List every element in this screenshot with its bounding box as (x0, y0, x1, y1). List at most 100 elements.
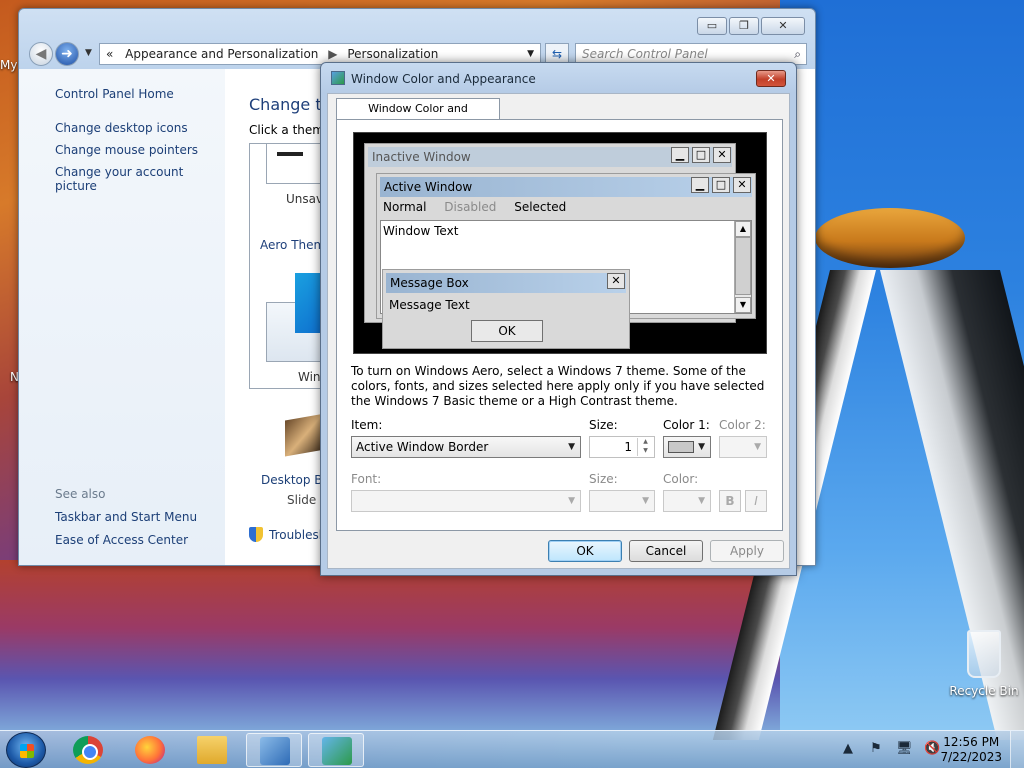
color1-swatch (668, 441, 694, 453)
start-button[interactable] (6, 732, 46, 768)
page-subtitle: Click a theme (249, 123, 332, 137)
maximize-button[interactable]: ❐ (729, 17, 759, 35)
taskbar-app-firefox[interactable] (122, 733, 178, 767)
cancel-button[interactable]: Cancel (629, 540, 703, 562)
preview-menu-disabled[interactable]: Disabled (444, 200, 496, 214)
windows-theme-label[interactable]: Win (298, 370, 321, 384)
sidebar-link-change-account-picture[interactable]: Change your account picture (55, 165, 225, 193)
chevron-down-icon: ▼ (568, 442, 575, 452)
network-icon[interactable]: 🖥 (896, 741, 913, 756)
close-button[interactable]: ✕ (761, 17, 805, 35)
see-also-link-taskbar[interactable]: Taskbar and Start Menu (55, 510, 197, 524)
scroll-thumb (735, 237, 751, 295)
preview-message-ok-button[interactable]: OK (471, 320, 543, 342)
dialog-app-icon (331, 71, 345, 85)
taskbar-app-chrome[interactable] (60, 733, 116, 767)
sidebar-link-change-desktop-icons[interactable]: Change desktop icons (55, 121, 225, 135)
preview-window-text: Window Text (383, 224, 459, 238)
appearance-preview[interactable]: Inactive Window ▁ □ ✕ Active Window ▁ □ … (353, 132, 767, 354)
system-clock[interactable]: 12:56 PM 7/22/2023 (940, 735, 1002, 765)
preview-active-caption-buttons: ▁ □ ✕ (691, 177, 751, 193)
desktop-background-icon[interactable] (285, 413, 325, 457)
shield-icon (249, 527, 263, 542)
control-panel-sidebar: Control Panel Home Change desktop icons … (19, 69, 225, 565)
sidebar-link-control-panel-home[interactable]: Control Panel Home (55, 87, 225, 101)
dialog-close-button[interactable]: ✕ (756, 70, 786, 87)
preview-message-box-title[interactable]: Message Box (386, 273, 626, 293)
item-size-value: 1 (624, 440, 632, 454)
color2-label: Color 2: (719, 418, 766, 432)
wallpaper-tower-top (815, 208, 965, 268)
show-hidden-icons-icon[interactable]: ▲ (840, 741, 856, 756)
color1-picker[interactable]: ▼ (663, 436, 711, 458)
italic-button[interactable]: I (745, 490, 767, 512)
file-explorer-icon (197, 736, 227, 764)
dialog-body: Window Color and Appearance Inactive Win… (327, 93, 790, 569)
color2-picker[interactable]: ▼ (719, 436, 767, 458)
breadcrumb-item[interactable]: Personalization (347, 47, 438, 61)
control-panel-icon (260, 737, 290, 765)
window-color-icon (322, 737, 352, 765)
close-icon: ✕ (733, 177, 751, 193)
forward-button[interactable]: ➜ (55, 42, 79, 66)
breadcrumb-separator-icon[interactable]: ▶ (328, 47, 337, 61)
taskbar-app-window-color[interactable] (308, 733, 364, 767)
dialog-title: Window Color and Appearance (351, 72, 536, 86)
minimize-button[interactable]: ▭ (697, 17, 727, 35)
item-size-stepper[interactable]: 1 ▲ ▼ (589, 436, 655, 458)
troubleshoot-link[interactable]: Troublesh (249, 527, 326, 542)
breadcrumb-item[interactable]: Appearance and Personalization (125, 47, 318, 61)
taskbar: ▲ ⚑ 🖥 🔇 12:56 PM 7/22/2023 (0, 730, 1024, 768)
clock-date: 7/22/2023 (940, 750, 1002, 764)
taskbar-app-file-explorer[interactable] (184, 733, 240, 767)
preview-scrollbar[interactable]: ▲ ▼ (734, 221, 751, 313)
system-tray: ▲ ⚑ 🖥 🔇 (840, 741, 940, 756)
chevron-down-icon: ▼ (642, 496, 649, 506)
preview-menu-bar: Normal Disabled Selected (383, 200, 580, 214)
desktop-wallpaper-lower (0, 560, 800, 730)
apply-button[interactable]: Apply (710, 540, 784, 562)
see-also-heading: See also (55, 487, 106, 501)
preview-menu-selected[interactable]: Selected (514, 200, 566, 214)
firefox-icon (135, 736, 165, 764)
font-size-select[interactable]: ▼ (589, 490, 655, 512)
chevron-down-icon: ▼ (698, 442, 705, 452)
item-select-value: Active Window Border (356, 440, 489, 454)
ok-button[interactable]: OK (548, 540, 622, 562)
preview-inactive-caption-buttons: ▁ □ ✕ (671, 147, 731, 163)
recent-pages-dropdown[interactable]: ▼ (85, 48, 92, 58)
stepper-buttons[interactable]: ▲ ▼ (637, 438, 653, 456)
preview-menu-normal[interactable]: Normal (383, 200, 426, 214)
recycle-bin-icon (967, 630, 1001, 678)
taskbar-app-control-panel[interactable] (246, 733, 302, 767)
color1-label: Color 1: (663, 418, 710, 432)
font-color-picker[interactable]: ▼ (663, 490, 711, 512)
item-select[interactable]: Active Window Border ▼ (351, 436, 581, 458)
stepper-up-icon[interactable]: ▲ (638, 438, 653, 447)
aero-info-text: To turn on Windows Aero, select a Window… (351, 364, 765, 408)
back-button[interactable]: ◀ (29, 42, 53, 66)
address-overflow-icon[interactable]: « (106, 47, 113, 61)
recycle-bin[interactable]: Recycle Bin (944, 630, 1024, 698)
minimize-icon: ▁ (671, 147, 689, 163)
action-center-icon[interactable]: ⚑ (868, 741, 884, 756)
sidebar-link-change-mouse-pointers[interactable]: Change mouse pointers (55, 143, 225, 157)
font-select[interactable]: ▼ (351, 490, 581, 512)
close-icon: ✕ (713, 147, 731, 163)
show-desktop-button[interactable] (1010, 731, 1024, 768)
preview-message-text: Message Text (389, 298, 470, 312)
bold-button[interactable]: B (719, 490, 741, 512)
stepper-down-icon[interactable]: ▼ (638, 447, 653, 456)
window-caption-buttons: ▭ ❐ ✕ (697, 17, 805, 35)
address-dropdown-icon[interactable]: ▼ (527, 44, 534, 64)
recycle-bin-label: Recycle Bin (949, 684, 1019, 698)
window-color-appearance-dialog: Window Color and Appearance ✕ Window Col… (320, 62, 797, 576)
volume-muted-icon[interactable]: 🔇 (924, 741, 940, 756)
search-icon[interactable]: ⌕ (794, 44, 801, 64)
maximize-icon: □ (692, 147, 710, 163)
windows-logo-icon (20, 744, 34, 758)
see-also-link-ease-of-access[interactable]: Ease of Access Center (55, 533, 188, 547)
desktop-icon-label[interactable]: My (0, 58, 17, 72)
tab-window-color-appearance[interactable]: Window Color and Appearance (336, 98, 500, 135)
preview-message-box[interactable]: Message Box ✕ Message Text OK (382, 269, 630, 349)
